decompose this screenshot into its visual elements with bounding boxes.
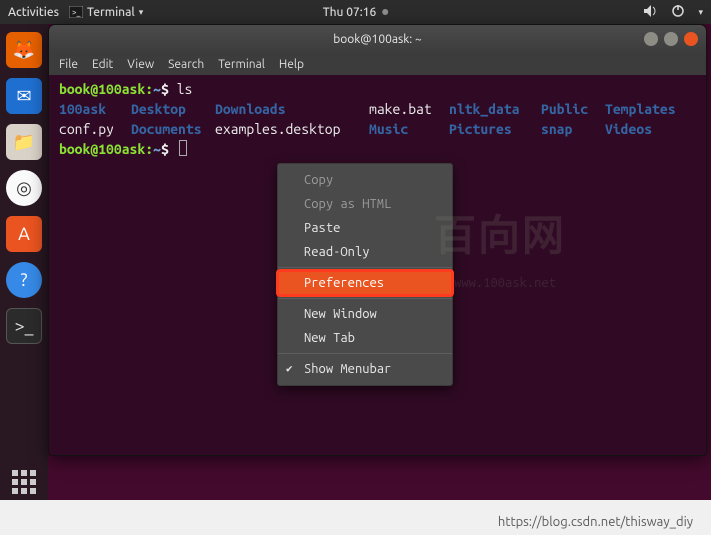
- maximize-button[interactable]: [664, 32, 678, 46]
- menubar: File Edit View Search Terminal Help: [49, 53, 706, 75]
- menu-file[interactable]: File: [59, 58, 78, 71]
- menu-help[interactable]: Help: [279, 58, 304, 71]
- app-indicator[interactable]: >_ Terminal ▾: [69, 6, 143, 19]
- notification-dot-icon: [382, 9, 388, 15]
- menu-search[interactable]: Search: [168, 58, 204, 71]
- ls-output-row-2: conf.py Documents examples.desktop Music…: [59, 119, 696, 139]
- clock[interactable]: Thu 07:16: [323, 6, 389, 19]
- context-separator: [278, 353, 452, 354]
- dock-software-icon[interactable]: A: [6, 216, 42, 252]
- context-menu: Copy Copy as HTML Paste Read-Only Prefer…: [277, 163, 453, 386]
- cursor: [179, 140, 187, 156]
- minimize-button[interactable]: [644, 32, 658, 46]
- source-url: https://blog.csdn.net/thisway_diy: [498, 515, 693, 529]
- power-icon[interactable]: [672, 5, 684, 20]
- system-menu-chevron-icon[interactable]: ▾: [698, 7, 703, 18]
- titlebar[interactable]: book@100ask: ~: [49, 25, 706, 53]
- app-name: Terminal: [87, 6, 135, 19]
- context-copy-html: Copy as HTML: [278, 192, 452, 216]
- dock-help-icon[interactable]: ?: [6, 262, 42, 298]
- terminal-window: book@100ask: ~ File Edit View Search Ter…: [48, 24, 707, 456]
- activities-button[interactable]: Activities: [8, 6, 59, 19]
- context-copy: Copy: [278, 168, 452, 192]
- close-button[interactable]: [684, 32, 698, 46]
- context-preferences[interactable]: Preferences: [278, 271, 452, 295]
- context-new-tab[interactable]: New Tab: [278, 326, 452, 350]
- context-paste[interactable]: Paste: [278, 216, 452, 240]
- clock-label: Thu 07:16: [323, 6, 377, 19]
- watermark-logo: 百向网: [434, 225, 566, 245]
- dock-files-icon[interactable]: 📁: [6, 124, 42, 160]
- volume-icon[interactable]: [644, 5, 658, 20]
- ls-output-row-1: 100ask Desktop Downloads make.bat nltk_d…: [59, 99, 696, 119]
- show-applications-icon[interactable]: [6, 464, 42, 500]
- window-title: book@100ask: ~: [333, 33, 422, 46]
- context-read-only[interactable]: Read-Only: [278, 240, 452, 264]
- watermark-url: www.100ask.net: [454, 273, 556, 293]
- menu-terminal[interactable]: Terminal: [218, 58, 265, 71]
- terminal-body[interactable]: book@100ask:~$ ls 100ask Desktop Downloa…: [49, 75, 706, 163]
- context-new-window[interactable]: New Window: [278, 302, 452, 326]
- context-separator: [278, 267, 452, 268]
- top-panel: Activities >_ Terminal ▾ Thu 07:16 ▾: [0, 0, 711, 24]
- dock-thunderbird-icon[interactable]: ✉: [6, 78, 42, 114]
- dock-firefox-icon[interactable]: 🦊: [6, 32, 42, 68]
- desktop: Activities >_ Terminal ▾ Thu 07:16 ▾ 🦊 ✉…: [0, 0, 711, 500]
- svg-text:>_: >_: [72, 8, 81, 17]
- context-show-menubar[interactable]: Show Menubar: [278, 357, 452, 381]
- dock-terminal-icon[interactable]: >_: [6, 308, 42, 344]
- chevron-down-icon: ▾: [139, 7, 144, 18]
- context-separator: [278, 298, 452, 299]
- menu-edit[interactable]: Edit: [92, 58, 113, 71]
- prompt-line-2: book@100ask:~$: [59, 139, 696, 159]
- prompt-line-1: book@100ask:~$ ls: [59, 79, 696, 99]
- dock: 🦊 ✉ 📁 ◎ A ? >_: [0, 24, 48, 500]
- dock-rhythmbox-icon[interactable]: ◎: [6, 170, 42, 206]
- terminal-icon: >_: [69, 6, 83, 18]
- menu-view[interactable]: View: [127, 58, 154, 71]
